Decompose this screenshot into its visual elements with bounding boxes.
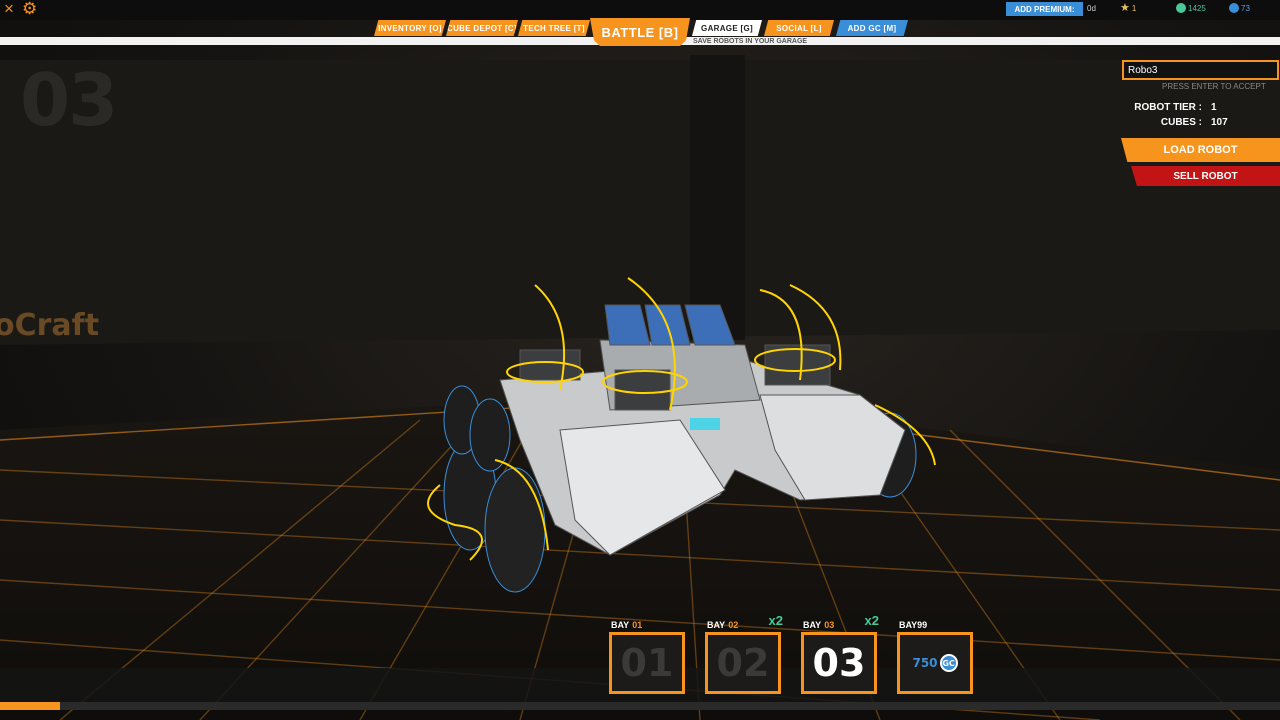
add-premium-button[interactable]: ADD PREMIUM: [1006, 2, 1083, 16]
battle-button[interactable]: BATTLE [B] [590, 18, 690, 46]
cubes-value: 107 [1211, 117, 1228, 128]
bay-03-prefix: BAY [803, 620, 822, 630]
garage-3d-viewport[interactable]: 03 oCraft [0, 0, 1280, 720]
robot-name-input[interactable] [1122, 60, 1279, 80]
tier-stat-value: 1 [1131, 3, 1137, 13]
tab-garage[interactable]: GARAGE [G] [692, 20, 762, 36]
bay-02-number: 02 [728, 620, 739, 630]
tab-inventory[interactable]: INVENTORY [O] [374, 20, 446, 36]
premium-days-remaining: 0d [1087, 4, 1096, 13]
gc-stat-value: 73 [1241, 3, 1250, 13]
garage-floor-grid [0, 55, 1280, 720]
bay-01-number: 01 [632, 620, 643, 630]
tab-social[interactable]: SOCIAL [L] [764, 20, 834, 36]
bay-02-multiplier: x2 [768, 613, 783, 628]
bay-99-display[interactable]: 750 GC [897, 632, 973, 694]
bay-01-header: BAY 01 [609, 620, 685, 632]
bay-02-prefix: BAY [707, 620, 726, 630]
load-robot-button[interactable]: LOAD ROBOT [1121, 138, 1280, 162]
bay-99-price-value: 750 [912, 656, 938, 670]
current-bay-number: 03 [20, 58, 118, 142]
gc-coin-icon [1229, 3, 1239, 13]
robot-tier-label: ROBOT TIER : [1134, 102, 1202, 113]
bay-02-display[interactable]: 02 [705, 632, 781, 694]
robot-tier-value: 1 [1211, 102, 1217, 113]
bay-99-header: BAY99 [899, 620, 928, 630]
bay-02[interactable]: BAY 02 x2 02 [705, 613, 783, 694]
bay-03-number: 03 [824, 620, 835, 630]
gc-coin-icon: GC [939, 654, 958, 672]
sell-robot-button[interactable]: SELL ROBOT [1131, 166, 1280, 186]
bay-99-purchase[interactable]: BAY99 750 GC [897, 620, 973, 694]
wall-logo-text: oCraft [0, 308, 100, 343]
robits-icon [1176, 3, 1186, 13]
cubes-label: CUBES : [1160, 117, 1202, 128]
close-icon[interactable]: × [4, 0, 14, 18]
garage-hint: SAVE ROBOTS IN YOUR GARAGE [693, 38, 808, 45]
bay-99-price: 750 GC [912, 654, 958, 672]
bay-01-prefix: BAY [611, 620, 630, 630]
bay-03-display[interactable]: 03 [801, 632, 877, 694]
loading-progress-bar [0, 702, 1280, 710]
bay-03-multiplier: x2 [864, 613, 879, 628]
gear-icon[interactable]: ⚙ [22, 0, 37, 18]
tier-stat: ★ 1 [1120, 2, 1137, 14]
loading-progress-fill [0, 702, 61, 710]
gc-stat: 73 [1229, 3, 1250, 13]
star-icon: ★ [1120, 2, 1130, 14]
tab-add-gc[interactable]: ADD GC [M] [836, 20, 908, 36]
bay-03[interactable]: BAY 03 x2 03 [801, 613, 879, 694]
tab-tech-tree[interactable]: TECH TREE [T] [518, 20, 590, 36]
tab-cube-depot[interactable]: CUBE DEPOT [C] [446, 20, 518, 36]
robits-stat-value: 1425 [1188, 3, 1206, 13]
bay-01-display[interactable]: 01 [609, 632, 685, 694]
press-enter-hint: PRESS ENTER TO ACCEPT [1162, 82, 1266, 91]
robits-stat: 1425 [1176, 3, 1206, 13]
bay-01[interactable]: BAY 01 01 [609, 620, 685, 694]
